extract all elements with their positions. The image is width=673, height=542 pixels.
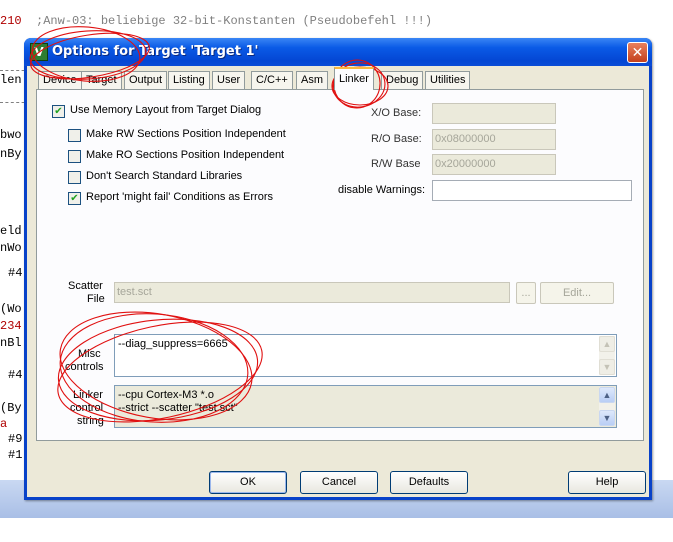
rw-base-field[interactable]: 0x20000000 [432, 154, 556, 175]
dialog-title: Options for Target 'Target 1' [52, 44, 259, 59]
code-fragment: #9 [8, 432, 23, 446]
report-might-fail-checkbox[interactable] [68, 192, 81, 205]
title-bar[interactable]: V Options for Target 'Target 1' ✕ [24, 38, 652, 66]
use-memory-layout-label: Use Memory Layout from Target Dialog [70, 104, 262, 116]
scatter-edit-button[interactable]: Edit... [540, 282, 614, 304]
tab-debug[interactable]: Debug [381, 71, 424, 89]
code-fragment: 234 [0, 319, 22, 333]
code-line: 210 ;Anw-03: beliebige 32-bit-Konstanten… [0, 14, 432, 28]
ok-button[interactable]: OK [209, 471, 287, 494]
linker-control-label-line1: Linker [73, 389, 103, 401]
tab-c-cpp[interactable]: C/C++ [251, 71, 293, 89]
linker-control-string-value: --cpu Cortex-M3 *.o --strict --scatter "… [118, 389, 238, 415]
code-fragment: a [0, 417, 8, 431]
tab-user[interactable]: User [212, 71, 246, 89]
linker-control-string-textarea[interactable]: --cpu Cortex-M3 *.o --strict --scatter "… [114, 385, 617, 428]
linker-tab-panel: Use Memory Layout from Target Dialog Mak… [36, 89, 644, 441]
cancel-button[interactable]: Cancel [300, 471, 378, 494]
scatter-browse-button[interactable]: ... [516, 282, 536, 304]
code-comment: ;Anw-03: beliebige 32-bit-Konstanten (Ps… [36, 14, 433, 28]
dont-search-std-libs-checkbox[interactable] [68, 171, 81, 184]
misc-controls-scrollbar[interactable]: ▲ ▼ [599, 336, 615, 375]
ro-base-field[interactable]: 0x08000000 [432, 129, 556, 150]
xo-base-field[interactable] [432, 103, 556, 124]
code-fragment: nBl [0, 336, 22, 350]
code-fragment: #4 [8, 368, 23, 382]
scatter-file-field[interactable]: test.sct [114, 282, 510, 303]
ro-position-independent-label: Make RO Sections Position Independent [86, 149, 285, 161]
misc-controls-textarea[interactable]: --diag_suppress=6665 ▲ ▼ [114, 334, 617, 377]
code-fragment: #4 [8, 266, 23, 280]
dont-search-std-libs-label: Don't Search Standard Libraries [86, 170, 243, 182]
defaults-button[interactable]: Defaults [390, 471, 468, 494]
scroll-down-icon[interactable]: ▼ [599, 410, 615, 426]
tab-utilities[interactable]: Utilities [425, 71, 471, 89]
code-fragment: (By [0, 401, 22, 415]
scroll-up-icon[interactable]: ▲ [599, 336, 615, 352]
code-fragment: bwo [0, 128, 22, 142]
line-number: 210 [0, 14, 22, 28]
keil-app-icon: V [30, 43, 48, 61]
code-fragment: len [0, 73, 22, 87]
close-button[interactable]: ✕ [627, 42, 648, 63]
scroll-down-icon[interactable]: ▼ [599, 359, 615, 375]
code-fragment: #1 [8, 448, 23, 462]
linker-control-label-line2: control [70, 402, 104, 414]
linker-control-line1: --cpu Cortex-M3 *.o [118, 389, 214, 401]
disable-warnings-field[interactable] [432, 180, 632, 201]
tab-device[interactable]: Device [38, 71, 82, 89]
scatter-file-label-line2: File [87, 293, 105, 305]
code-fragment: nBy [0, 147, 22, 161]
code-fragment: nWo [0, 241, 22, 255]
ro-position-independent-checkbox[interactable] [68, 150, 81, 163]
linker-control-line2: --strict --scatter "test.sct" [118, 402, 238, 414]
code-fragment: (Wo [0, 302, 22, 316]
linker-control-label-line3: string [77, 415, 104, 427]
help-button[interactable]: Help [568, 471, 646, 494]
rw-base-label: R/W Base [371, 158, 421, 170]
misc-controls-label-line1: Misc [78, 348, 101, 360]
linker-control-scrollbar[interactable]: ▲ ▼ [599, 387, 615, 426]
misc-controls-value: --diag_suppress=6665 [118, 338, 228, 350]
tab-linker[interactable]: Linker [334, 67, 374, 90]
scatter-file-label-line1: Scatter [68, 280, 103, 292]
tab-output[interactable]: Output [124, 71, 168, 89]
rw-position-independent-checkbox[interactable] [68, 129, 81, 142]
dialog-client-area: Device Target Output Listing User C/C++ … [27, 66, 649, 497]
disable-warnings-label: disable Warnings: [338, 184, 426, 196]
scroll-up-icon[interactable]: ▲ [599, 387, 615, 403]
tab-asm[interactable]: Asm [296, 71, 328, 89]
editor-footer [0, 518, 673, 542]
xo-base-label: X/O Base: [371, 107, 422, 119]
misc-controls-label-line2: controls [65, 361, 104, 373]
tab-target[interactable]: Target [81, 71, 122, 89]
tab-listing[interactable]: Listing [168, 71, 210, 89]
report-might-fail-label: Report 'might fail' Conditions as Errors [86, 191, 273, 203]
code-fragment: eld [0, 224, 22, 238]
use-memory-layout-checkbox[interactable] [52, 105, 65, 118]
rw-position-independent-label: Make RW Sections Position Independent [86, 128, 286, 140]
ro-base-label: R/O Base: [371, 133, 422, 145]
options-dialog: V Options for Target 'Target 1' ✕ Device… [24, 38, 652, 500]
